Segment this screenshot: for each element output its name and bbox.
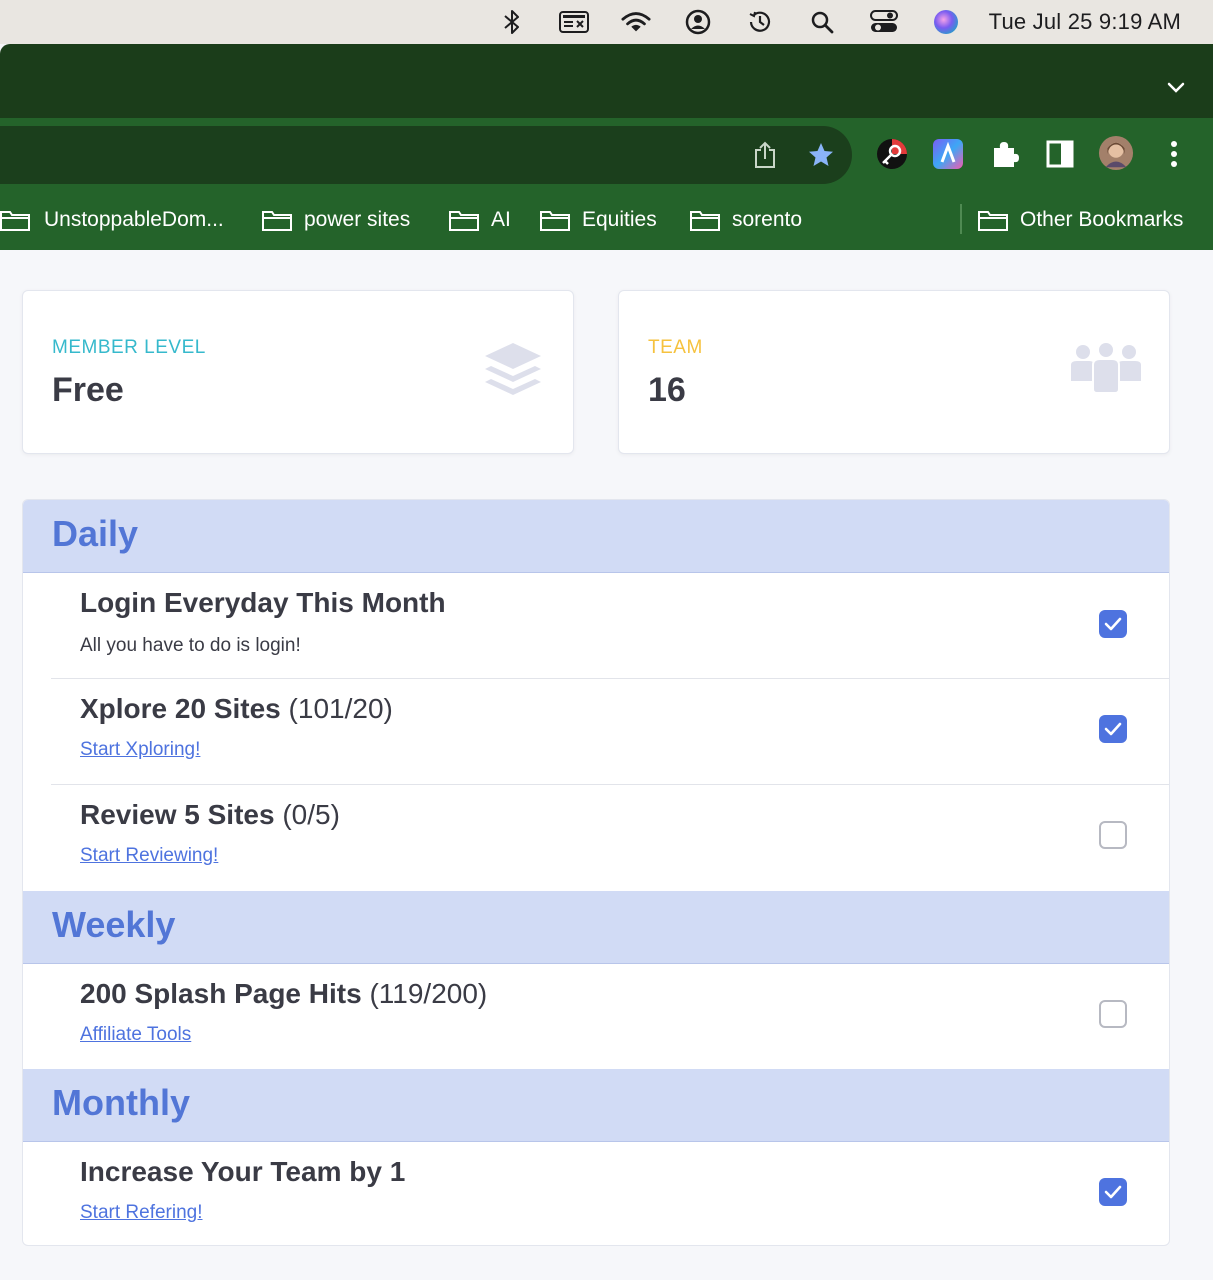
task-checkbox-checked[interactable]: [1099, 610, 1127, 638]
user-icon[interactable]: [683, 7, 713, 37]
team-users-icon: [1069, 343, 1143, 400]
task-checkbox-unchecked[interactable]: [1099, 1000, 1127, 1028]
task-title: Login Everyday This Month: [80, 587, 446, 618]
menubar-clock[interactable]: Tue Jul 25 9:19 AM: [989, 9, 1181, 35]
bluetooth-icon[interactable]: [497, 7, 527, 37]
share-icon[interactable]: [747, 137, 783, 173]
tab-search-chevron-icon[interactable]: [1165, 76, 1187, 98]
menu-icon[interactable]: [1156, 136, 1192, 172]
task-row: Increase Your Team by 1 Start Refering!: [51, 1142, 1169, 1245]
siri-icon[interactable]: [931, 7, 961, 37]
team-label: TEAM: [648, 337, 703, 358]
password-extension-icon[interactable]: [874, 136, 910, 172]
section-daily-header: Daily: [23, 500, 1169, 573]
control-center-icon[interactable]: [869, 7, 899, 37]
task-link[interactable]: Affiliate Tools: [80, 1024, 191, 1046]
task-row: Login Everyday This Month All you have t…: [51, 573, 1169, 679]
wifi-icon[interactable]: [621, 7, 651, 37]
bookmark-folder[interactable]: AI: [449, 190, 511, 250]
task-title: Review 5 Sites (0/5): [80, 799, 340, 830]
task-link[interactable]: Start Xploring!: [80, 739, 200, 761]
task-row: 200 Splash Page Hits (119/200) Affiliate…: [51, 964, 1169, 1069]
other-bookmarks-folder[interactable]: Other Bookmarks: [978, 190, 1183, 250]
task-link[interactable]: Start Reviewing!: [80, 845, 218, 867]
task-row: Xplore 20 Sites (101/20) Start Xploring!: [51, 679, 1169, 785]
bookmark-label: UnstoppableDom...: [44, 208, 224, 231]
task-progress: (119/200): [369, 978, 488, 1009]
layers-icon: [483, 341, 543, 404]
vpn-extension-icon[interactable]: [930, 136, 966, 172]
task-progress: (0/5): [282, 799, 340, 830]
check-icon: [1104, 1185, 1122, 1199]
task-title: Increase Your Team by 1: [80, 1156, 406, 1187]
task-title: 200 Splash Page Hits (119/200): [80, 978, 488, 1009]
team-card: TEAM 16: [618, 290, 1170, 454]
keyboard-icon[interactable]: [558, 7, 589, 37]
task-checkbox-unchecked[interactable]: [1099, 821, 1127, 849]
browser-toolbar: [0, 118, 1213, 190]
member-level-label: MEMBER LEVEL: [52, 337, 206, 358]
folder-icon: [978, 211, 1008, 231]
bookmark-label: Equities: [582, 208, 657, 231]
section-title: Monthly: [52, 1082, 190, 1123]
folder-icon: [0, 211, 30, 231]
folder-icon: [449, 211, 479, 231]
bookmark-label: AI: [491, 208, 511, 231]
folder-icon: [262, 211, 292, 231]
task-row: Review 5 Sites (0/5) Start Reviewing!: [51, 785, 1169, 891]
task-checkbox-checked[interactable]: [1099, 715, 1127, 743]
bookmark-label: power sites: [304, 208, 411, 231]
bookmark-folder[interactable]: UnstoppableDom...: [0, 190, 224, 250]
section-monthly-header: Monthly: [23, 1069, 1169, 1142]
tasks-panel: Daily Login Everyday This Month All you …: [22, 499, 1170, 1246]
bookmark-folder[interactable]: sorento: [690, 190, 802, 250]
bookmark-folder[interactable]: Equities: [540, 190, 657, 250]
menu-bar: Tue Jul 25 9:19 AM: [0, 0, 1213, 44]
bookmark-star-icon[interactable]: [803, 137, 839, 173]
member-level-value: Free: [52, 371, 124, 409]
bookmarks-separator: [960, 204, 962, 234]
section-title: Weekly: [52, 904, 176, 945]
section-title: Daily: [52, 513, 139, 554]
time-machine-icon[interactable]: [745, 7, 775, 37]
task-link[interactable]: Start Refering!: [80, 1202, 203, 1224]
profile-avatar[interactable]: [1098, 135, 1134, 171]
address-bar[interactable]: [0, 126, 852, 184]
browser-tab-strip: [0, 44, 1213, 118]
folder-icon: [690, 211, 720, 231]
task-progress: (101/20): [288, 693, 393, 724]
team-value: 16: [648, 371, 686, 409]
task-checkbox-checked[interactable]: [1099, 1178, 1127, 1206]
bookmark-label: Other Bookmarks: [1020, 208, 1184, 231]
extensions-puzzle-icon[interactable]: [986, 136, 1022, 172]
page-content: MEMBER LEVEL Free TEAM 16 Daily Login Ev…: [0, 250, 1213, 1280]
section-weekly-header: Weekly: [23, 891, 1169, 964]
member-level-card: MEMBER LEVEL Free: [22, 290, 574, 454]
task-title: Xplore 20 Sites (101/20): [80, 693, 393, 724]
spotlight-icon[interactable]: [807, 7, 837, 37]
bookmarks-bar: UnstoppableDom... power sites AI Equitie…: [0, 190, 1213, 250]
bookmark-folder[interactable]: power sites: [262, 190, 410, 250]
task-description: All you have to do is login!: [80, 635, 301, 656]
side-panel-icon[interactable]: [1042, 136, 1078, 172]
bookmark-label: sorento: [732, 208, 803, 231]
check-icon: [1104, 617, 1122, 631]
folder-icon: [540, 211, 570, 231]
check-icon: [1104, 722, 1122, 736]
